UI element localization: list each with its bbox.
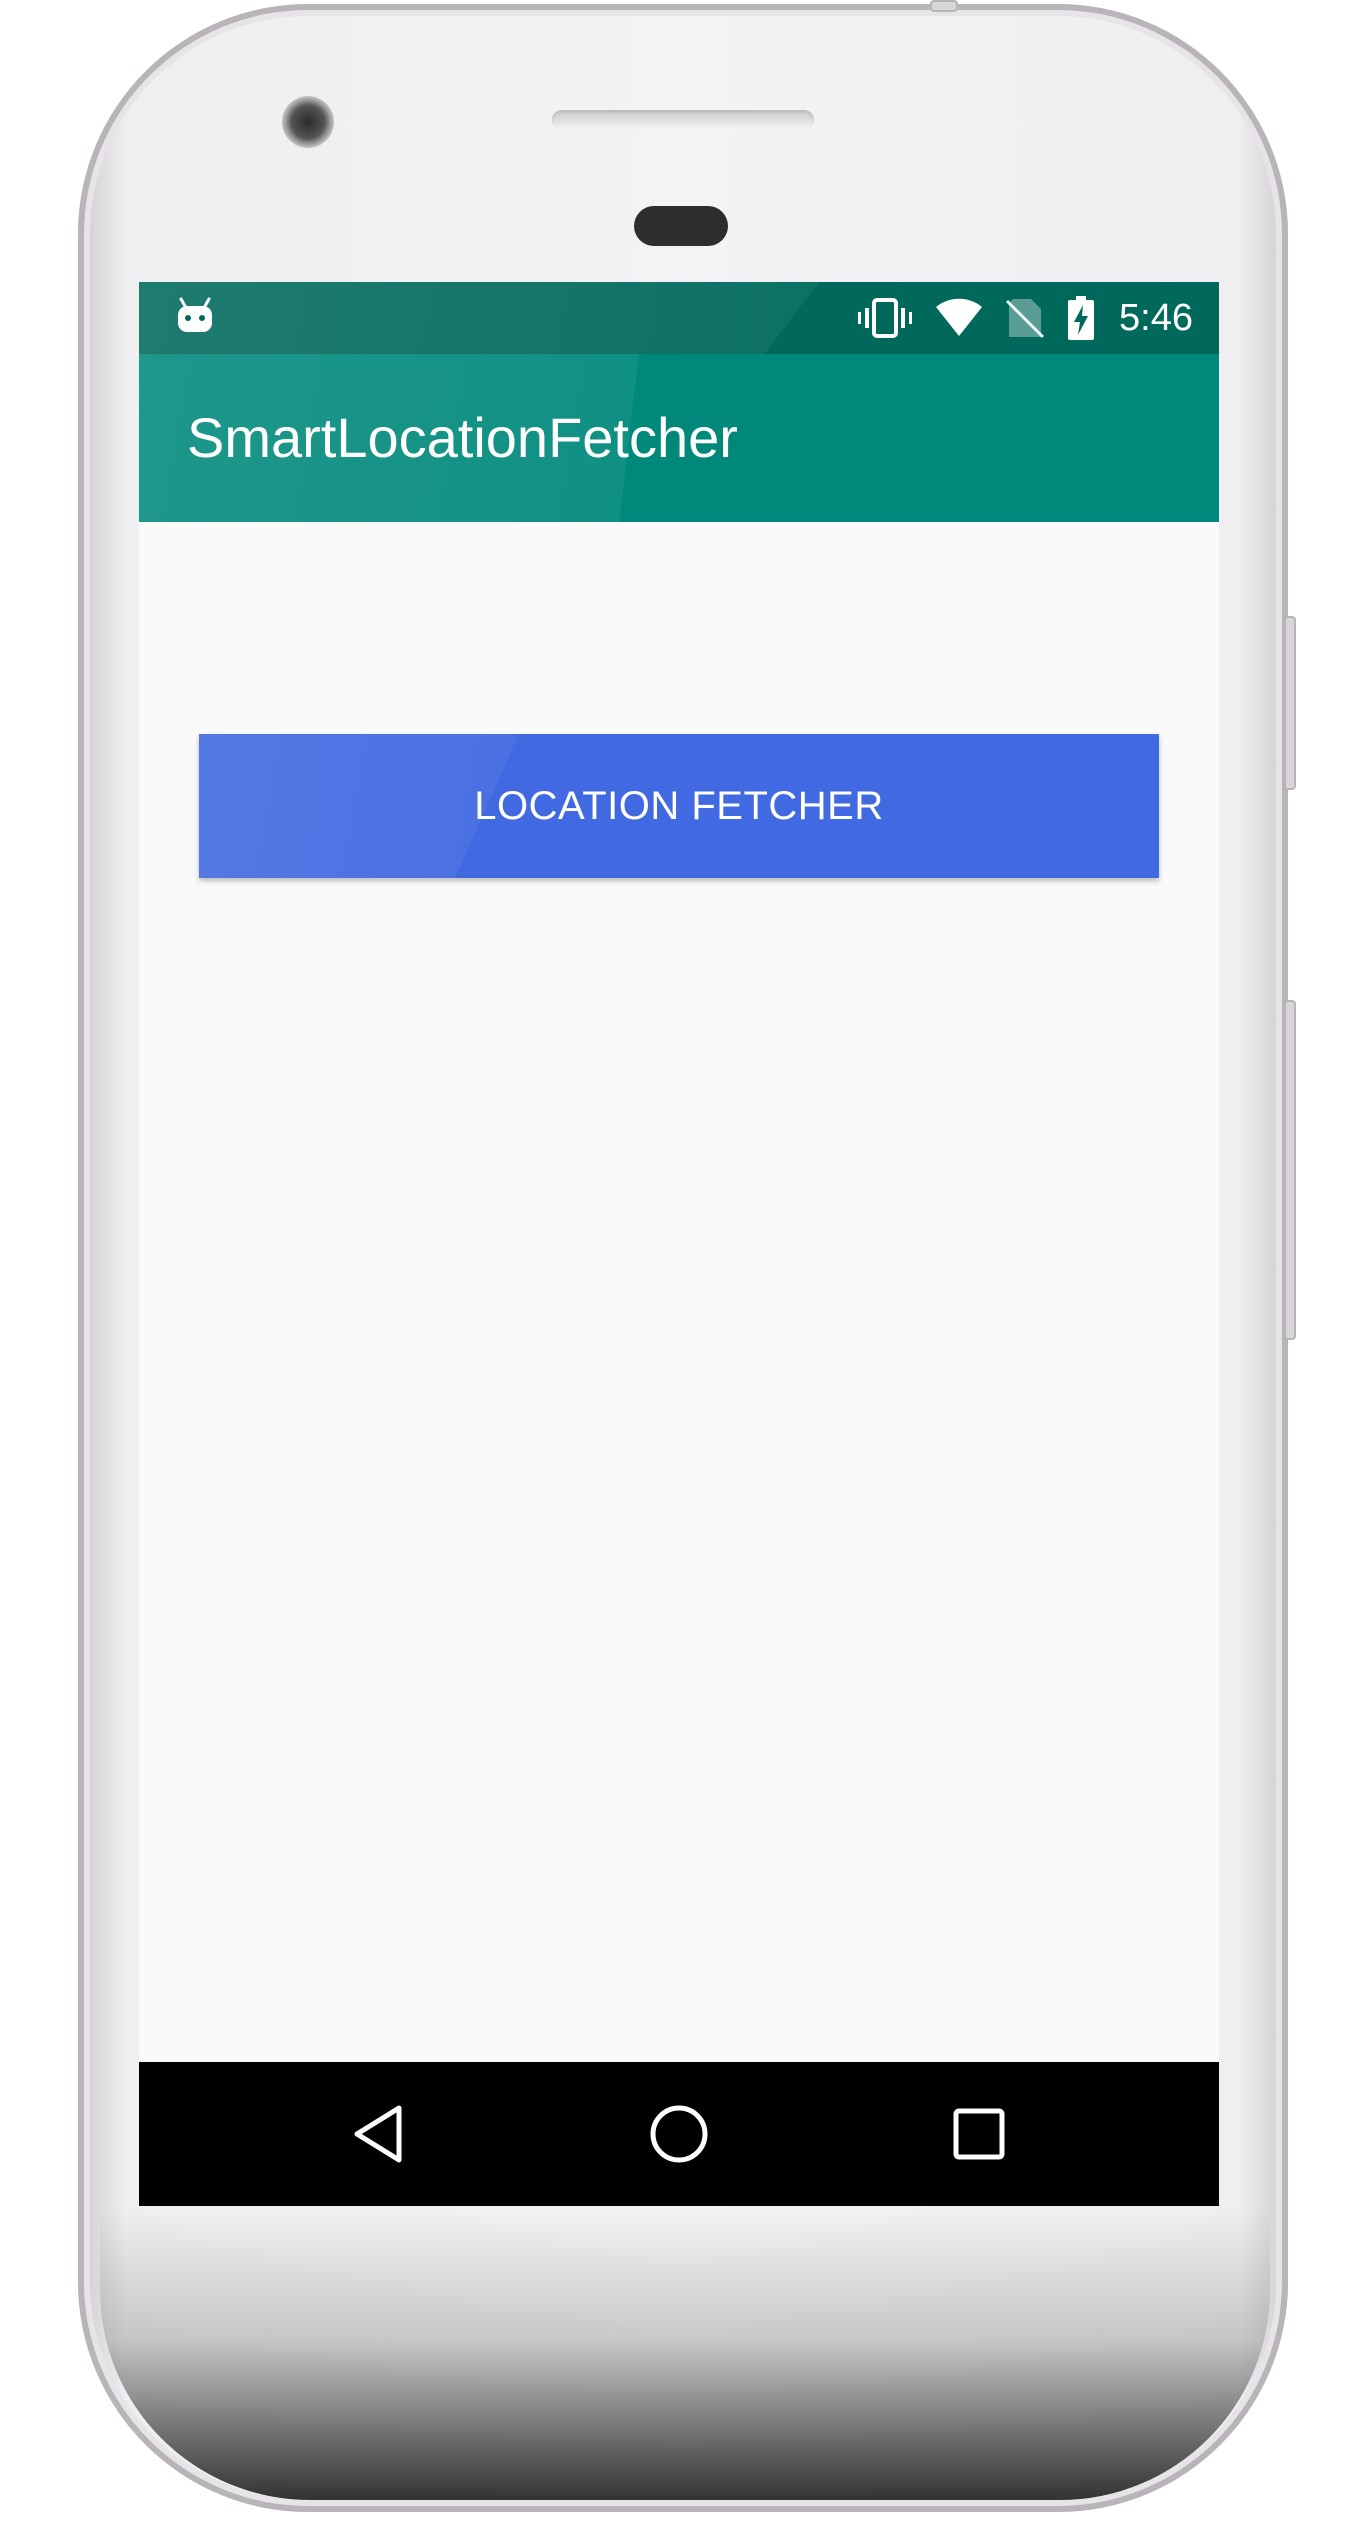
recents-icon (953, 2108, 1005, 2160)
app-title: SmartLocationFetcher (187, 406, 738, 469)
home-icon (650, 2105, 708, 2163)
android-debug-icon (178, 297, 212, 332)
app-bar: SmartLocationFetcher (139, 354, 1219, 522)
location-fetcher-button[interactable]: LOCATION FETCHER (199, 734, 1159, 878)
nav-recents-button[interactable] (943, 2098, 1015, 2170)
device-frame-stage: 5:46 SmartLocationFetcher LOCATION FETCH… (0, 0, 1370, 2532)
wifi-icon (936, 298, 983, 336)
nav-home-button[interactable] (643, 2098, 715, 2170)
power-button (1284, 616, 1296, 790)
screen: 5:46 SmartLocationFetcher LOCATION FETCH… (139, 282, 1219, 2206)
front-camera (282, 96, 334, 148)
proximity-sensor (634, 206, 728, 246)
earpiece-speaker (552, 110, 814, 130)
volume-button (1284, 1000, 1296, 1340)
battery-charging-icon (1068, 296, 1095, 340)
main-content: LOCATION FETCHER (139, 522, 1219, 2062)
back-icon (354, 2105, 402, 2163)
top-edge-detail (930, 0, 958, 12)
no-sim-icon (1005, 299, 1045, 339)
navigation-bar (139, 2062, 1219, 2206)
location-fetcher-button-label: LOCATION FETCHER (474, 783, 884, 828)
status-bar: 5:46 (139, 282, 1219, 354)
status-icons: 5:46 (857, 282, 1193, 354)
status-time: 5:46 (1119, 296, 1193, 339)
phone-bottom-shadow (100, 2210, 1270, 2500)
nav-back-button[interactable] (343, 2098, 415, 2170)
vibrate-icon (858, 298, 913, 338)
